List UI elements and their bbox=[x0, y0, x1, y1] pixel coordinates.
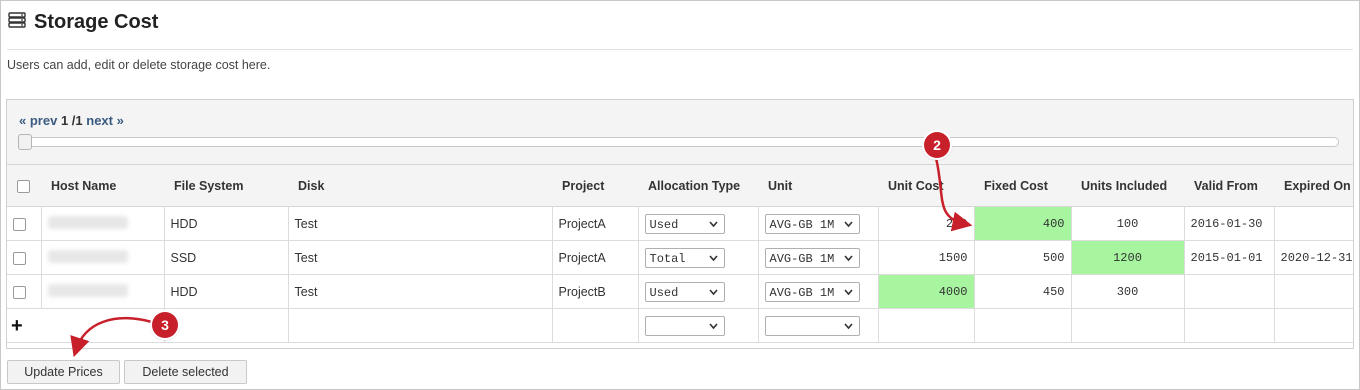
callout-badge-2: 2 bbox=[924, 132, 950, 158]
callout-arrow-3 bbox=[70, 317, 153, 358]
callout-badge-3: 3 bbox=[152, 312, 178, 338]
callout-arrows bbox=[70, 157, 973, 358]
callout-arrow-2 bbox=[934, 157, 973, 232]
